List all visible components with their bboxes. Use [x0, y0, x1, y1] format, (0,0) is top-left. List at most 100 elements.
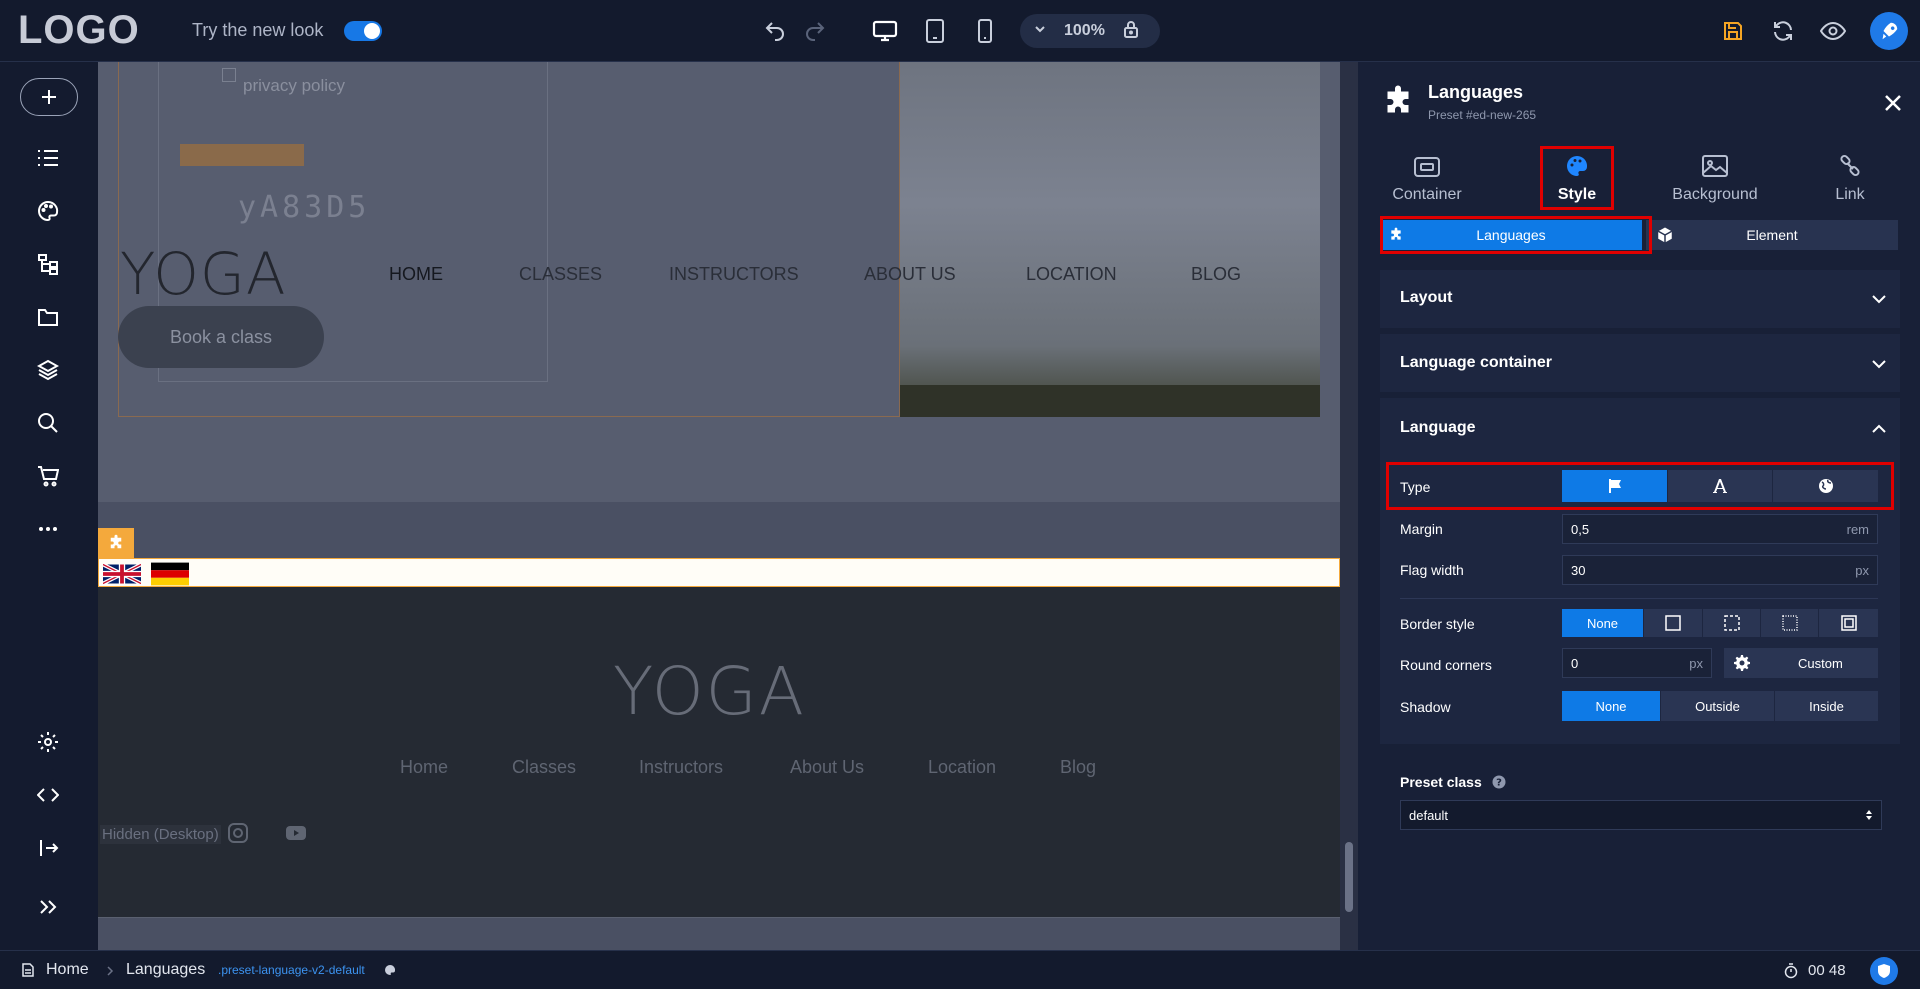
breadcrumb-class[interactable]: .preset-language-v2-default — [218, 963, 365, 977]
footer-link-classes[interactable]: Classes — [512, 757, 576, 778]
lock-icon[interactable] — [1123, 20, 1139, 43]
footer-link-blog[interactable]: Blog — [1060, 757, 1096, 778]
custom-corners-button[interactable]: Custom — [1724, 648, 1878, 678]
hero-section[interactable]: privacy policy yA83D5 YOGA HOME CLASSES … — [98, 62, 1340, 502]
nav-instructors[interactable]: INSTRUCTORS — [669, 264, 799, 285]
nav-location[interactable]: LOCATION — [1026, 264, 1117, 285]
language-element-marker[interactable] — [98, 528, 134, 558]
subtab-element[interactable]: Element — [1646, 220, 1898, 250]
footer-section[interactable]: YOGA Home Classes Instructors About Us L… — [98, 587, 1340, 918]
publish-rocket-button[interactable] — [1870, 12, 1908, 50]
youtube-icon[interactable] — [284, 821, 308, 845]
scrollbar-thumb[interactable] — [1345, 842, 1353, 912]
shadow-inside-option[interactable]: Inside — [1775, 691, 1878, 721]
redo-icon[interactable] — [798, 14, 832, 48]
more-icon[interactable] — [32, 513, 64, 545]
border-none-option[interactable]: None — [1562, 609, 1644, 637]
margin-label: Margin — [1400, 521, 1443, 537]
pages-list-icon[interactable] — [32, 142, 64, 174]
globe-icon — [1818, 479, 1833, 493]
code-icon[interactable] — [32, 779, 64, 811]
border-double-option[interactable] — [1819, 609, 1878, 637]
chevron-up-icon[interactable] — [1870, 420, 1888, 438]
tab-link[interactable]: Link — [1795, 148, 1905, 210]
tab-style[interactable]: Style — [1522, 148, 1632, 210]
settings-gear-icon[interactable] — [32, 726, 64, 758]
language-switcher[interactable] — [98, 558, 1340, 587]
subtab-languages[interactable]: Languages — [1380, 220, 1642, 250]
logout-icon[interactable] — [32, 832, 64, 864]
tab-background-label: Background — [1672, 186, 1758, 203]
border-solid-option[interactable] — [1644, 609, 1703, 637]
undo-icon[interactable] — [758, 14, 792, 48]
breadcrumb-languages[interactable]: Languages — [126, 961, 205, 979]
round-corners-input[interactable]: 0 px — [1562, 648, 1712, 678]
preset-class-text: Preset class — [1400, 774, 1482, 790]
captcha-image: yA83D5 — [238, 190, 371, 225]
sitemap-icon[interactable] — [32, 248, 64, 280]
german-flag-icon[interactable] — [151, 562, 189, 586]
layers-icon[interactable] — [32, 354, 64, 386]
type-text-option[interactable] — [1668, 470, 1773, 502]
select-arrows-icon — [1866, 810, 1872, 820]
new-look-toggle[interactable] — [344, 21, 382, 41]
type-flag-option[interactable] — [1562, 470, 1668, 502]
instagram-icon[interactable] — [226, 821, 250, 845]
search-icon[interactable] — [32, 407, 64, 439]
cart-icon[interactable] — [32, 460, 64, 492]
shadow-outside-option[interactable]: Outside — [1661, 691, 1775, 721]
margin-input[interactable]: 0,5 rem — [1562, 514, 1878, 544]
footer-link-location[interactable]: Location — [928, 757, 996, 778]
footer-logo[interactable]: YOGA — [613, 653, 806, 730]
palette-icon[interactable] — [384, 964, 396, 976]
uk-flag-icon[interactable] — [103, 562, 141, 586]
chevron-down-icon[interactable] — [1870, 355, 1888, 373]
type-selector[interactable] — [1562, 470, 1878, 502]
canvas-scrollbar[interactable] — [1340, 62, 1358, 950]
folder-icon[interactable] — [32, 301, 64, 333]
nav-blog[interactable]: BLOG — [1191, 264, 1241, 285]
nav-about-us[interactable]: ABOUT US — [864, 264, 956, 285]
shadow-none-option[interactable]: None — [1562, 691, 1661, 721]
add-element-button[interactable] — [20, 78, 78, 116]
try-new-look-label: Try the new look — [192, 20, 324, 40]
footer-link-home[interactable]: Home — [400, 757, 448, 778]
properties-panel: Languages Preset #ed-new-265 Container S… — [1358, 62, 1920, 950]
tablet-view-icon[interactable] — [918, 14, 952, 48]
border-dashed-option[interactable] — [1703, 609, 1761, 637]
border-dotted-option[interactable] — [1761, 609, 1819, 637]
nav-home[interactable]: HOME — [389, 264, 443, 285]
type-globe-option[interactable] — [1773, 470, 1878, 502]
footer-link-instructors[interactable]: Instructors — [639, 757, 723, 778]
close-icon[interactable] — [1882, 92, 1904, 114]
help-icon[interactable]: ? — [1492, 775, 1506, 789]
footer-link-about-us[interactable]: About Us — [790, 757, 864, 778]
preset-class-select[interactable]: default — [1400, 800, 1882, 830]
tab-container[interactable]: Container — [1372, 148, 1482, 210]
section-language-container[interactable]: Language container — [1380, 334, 1900, 392]
border-style-selector[interactable]: None — [1562, 609, 1878, 637]
security-shield-button[interactable] — [1870, 957, 1898, 985]
zoom-control[interactable]: 100% — [1020, 14, 1160, 48]
expand-sidebar-icon[interactable] — [32, 891, 64, 923]
desktop-view-icon[interactable] — [868, 14, 902, 48]
mobile-view-icon[interactable] — [968, 14, 1002, 48]
book-class-button[interactable]: Book a class — [118, 306, 324, 368]
refresh-icon[interactable] — [1766, 14, 1800, 48]
privacy-checkbox[interactable] — [222, 68, 236, 82]
save-icon[interactable] — [1716, 14, 1750, 48]
flag-width-input[interactable]: 30 px — [1562, 555, 1878, 585]
chevron-down-icon[interactable] — [1870, 290, 1888, 308]
breadcrumb-home[interactable]: Home — [46, 961, 89, 979]
editor-canvas[interactable]: privacy policy yA83D5 YOGA HOME CLASSES … — [98, 62, 1358, 950]
preset-class-value: default — [1409, 807, 1449, 823]
preview-eye-icon[interactable] — [1816, 14, 1850, 48]
hidden-desktop-label: Hidden (Desktop) — [100, 825, 221, 844]
shadow-selector[interactable]: None Outside Inside — [1562, 691, 1878, 721]
tab-background[interactable]: Background — [1660, 148, 1770, 210]
palette-icon[interactable] — [32, 195, 64, 227]
nav-classes[interactable]: CLASSES — [519, 264, 602, 285]
margin-unit: rem — [1846, 521, 1869, 537]
section-layout[interactable]: Layout — [1380, 270, 1900, 328]
site-logo[interactable]: YOGA — [120, 240, 287, 308]
